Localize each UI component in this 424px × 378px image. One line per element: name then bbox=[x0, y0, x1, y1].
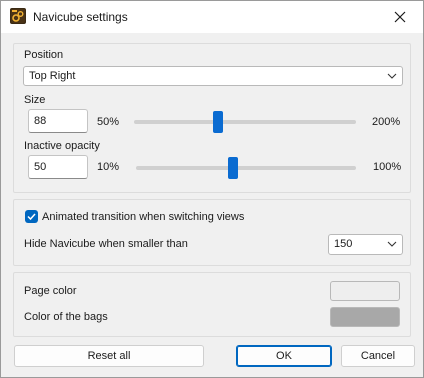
size-min-label: 50% bbox=[97, 116, 120, 128]
opacity-input[interactable]: 50 bbox=[28, 155, 88, 179]
hide-label: Hide Navicube when smaller than bbox=[24, 238, 188, 250]
ok-label: OK bbox=[276, 350, 292, 362]
size-label: Size bbox=[24, 94, 46, 106]
animated-label[interactable]: Animated transition when switching views bbox=[42, 211, 244, 223]
opacity-max-label: 100% bbox=[373, 161, 402, 173]
opacity-value: 50 bbox=[34, 161, 47, 173]
size-max-label: 200% bbox=[372, 116, 401, 128]
cancel-button[interactable]: Cancel bbox=[341, 345, 415, 367]
reset-all-button[interactable]: Reset all bbox=[14, 345, 204, 367]
opacity-min-label: 10% bbox=[97, 161, 120, 173]
chevron-down-icon bbox=[387, 241, 397, 247]
size-value: 88 bbox=[34, 115, 47, 127]
settings-dialog: Navicube settings Position Top Right Siz… bbox=[0, 0, 424, 378]
position-dropdown[interactable]: Top Right bbox=[23, 66, 403, 86]
close-icon[interactable] bbox=[394, 11, 406, 23]
animated-checkbox[interactable] bbox=[25, 210, 38, 223]
position-label: Position bbox=[24, 49, 64, 61]
opacity-slider-thumb[interactable] bbox=[227, 157, 238, 179]
navicube-app-icon bbox=[10, 8, 26, 24]
bags-color-button[interactable] bbox=[330, 307, 400, 327]
chevron-down-icon bbox=[387, 73, 397, 79]
size-input[interactable]: 88 bbox=[28, 109, 88, 133]
title-bar: Navicube settings bbox=[1, 1, 423, 33]
ok-button[interactable]: OK bbox=[236, 345, 332, 367]
cancel-label: Cancel bbox=[360, 350, 396, 362]
position-value: Top Right bbox=[29, 70, 76, 82]
page-color-button[interactable] bbox=[330, 281, 400, 301]
opacity-slider-track[interactable] bbox=[136, 166, 356, 170]
opacity-label: Inactive opacity bbox=[24, 140, 100, 152]
checkmark-icon bbox=[27, 213, 36, 221]
bags-color-label: Color of the bags bbox=[24, 311, 108, 323]
hide-threshold-dropdown[interactable]: 150 bbox=[328, 234, 403, 255]
window-title: Navicube settings bbox=[33, 10, 128, 24]
close-button[interactable] bbox=[377, 1, 423, 33]
behavior-group bbox=[13, 199, 411, 266]
reset-all-label: Reset all bbox=[87, 350, 131, 362]
hide-threshold-value: 150 bbox=[334, 238, 353, 250]
page-color-label: Page color bbox=[24, 285, 77, 297]
size-slider-track[interactable] bbox=[134, 120, 356, 124]
size-slider-thumb[interactable] bbox=[213, 111, 224, 133]
